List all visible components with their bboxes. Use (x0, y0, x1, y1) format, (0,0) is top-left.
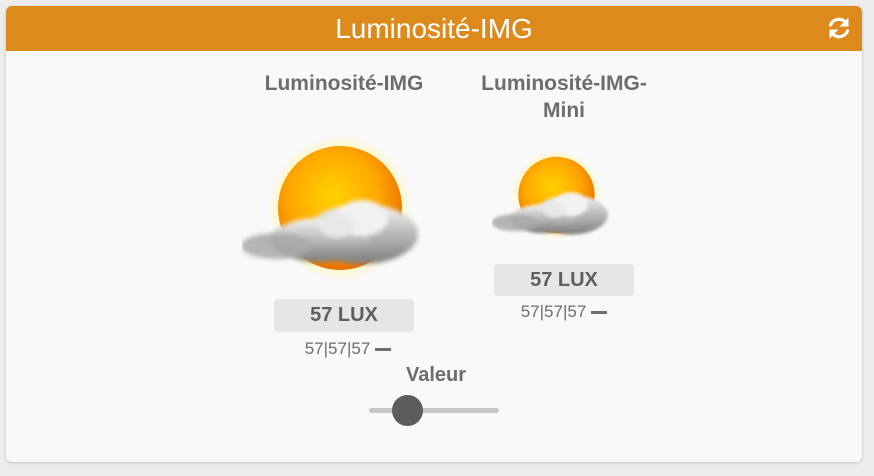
slider-track[interactable] (369, 408, 499, 413)
weather-sun-cloud-icon (492, 150, 608, 240)
lux-value-badge: 57 LUX (274, 299, 414, 332)
refresh-icon[interactable] (825, 14, 853, 42)
slider-thumb[interactable] (392, 395, 423, 426)
stats-text: 57|57|57 (304, 339, 371, 358)
weather-sun-cloud-icon (242, 136, 418, 280)
min-avg-max-stats: 57|57|57 (258, 339, 438, 359)
card-header: Luminosité-IMG (6, 6, 862, 51)
widget-title-line1: Luminosité-IMG- (481, 72, 647, 95)
minus-icon[interactable] (591, 311, 608, 315)
lux-value-badge: 57 LUX (494, 264, 634, 296)
card-title: Luminosité-IMG (335, 13, 533, 44)
slider-label: Valeur (405, 364, 467, 386)
minus-icon[interactable] (375, 348, 392, 352)
stats-text: 57|57|57 (520, 302, 587, 321)
widget-title-line2: Mini (543, 99, 585, 122)
widget-title: Luminosité-IMG (264, 72, 424, 95)
min-avg-max-stats: 57|57|57 (474, 302, 654, 322)
widget-card: Luminosité-IMG Luminosité-IMG 57 LUX 57|… (6, 6, 862, 462)
widget-luminosite-img: Luminosité-IMG (234, 70, 454, 97)
widget-luminosite-img-mini: Luminosité-IMG- Mini (454, 70, 674, 124)
